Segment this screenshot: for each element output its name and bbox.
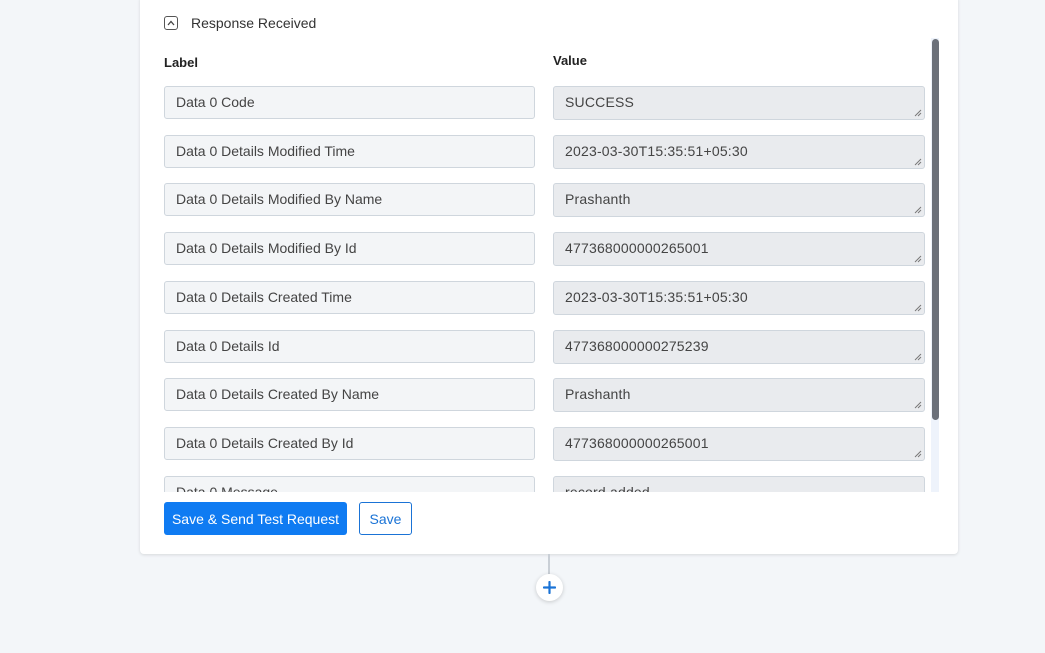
response-card: Response Received Label Value Data 0 Cod…	[140, 0, 958, 554]
value-field[interactable]: 2023-03-30T15:35:51+05:30	[553, 135, 925, 169]
label-field[interactable]: Data 0 Details Created Time	[164, 281, 535, 314]
save-button[interactable]: Save	[359, 502, 412, 535]
value-text: record added	[565, 484, 650, 492]
section-title: Response Received	[191, 15, 317, 31]
field-row: Data 0 Details Id 477368000000275239	[164, 330, 925, 364]
value-field[interactable]: Prashanth	[553, 183, 925, 217]
value-field[interactable]: 477368000000265001	[553, 232, 925, 266]
scrollbar-thumb[interactable]	[932, 39, 939, 420]
flow-connector-line	[548, 554, 550, 574]
field-row: Data 0 Details Created Time 2023-03-30T1…	[164, 281, 925, 315]
value-text: 2023-03-30T15:35:51+05:30	[565, 143, 748, 159]
resize-grip-icon[interactable]	[914, 353, 922, 361]
field-row: Data 0 Details Modified By Id 4773680000…	[164, 232, 925, 266]
value-text: 477368000000265001	[565, 240, 709, 256]
label-field[interactable]: Data 0 Details Modified By Name	[164, 183, 535, 216]
label-field[interactable]: Data 0 Code	[164, 86, 535, 119]
add-step-button[interactable]	[536, 574, 563, 601]
value-field[interactable]: Prashanth	[553, 378, 925, 412]
label-field[interactable]: Data 0 Details Modified By Id	[164, 232, 535, 265]
resize-grip-icon[interactable]	[914, 304, 922, 312]
value-field[interactable]: SUCCESS	[553, 86, 925, 120]
resize-grip-icon[interactable]	[914, 401, 922, 409]
label-field[interactable]: Data 0 Details Created By Name	[164, 378, 535, 411]
field-row: Data 0 Details Modified By Name Prashant…	[164, 183, 925, 217]
value-text: SUCCESS	[565, 94, 635, 110]
value-text: Prashanth	[565, 386, 631, 402]
field-row: Data 0 Details Created By Id 47736800000…	[164, 427, 925, 461]
save-and-send-test-request-button[interactable]: Save & Send Test Request	[164, 502, 347, 535]
response-section-toggle[interactable]: Response Received	[164, 15, 316, 31]
field-row: Data 0 Message record added	[164, 476, 925, 492]
response-fields-list[interactable]: Data 0 Code SUCCESS Data 0 Details Modif…	[164, 75, 939, 492]
value-field[interactable]: 477368000000265001	[553, 427, 925, 461]
resize-grip-icon[interactable]	[914, 450, 922, 458]
value-column-header: Value	[553, 53, 587, 68]
value-text: 477368000000265001	[565, 435, 709, 451]
value-field[interactable]: 477368000000275239	[553, 330, 925, 364]
label-field[interactable]: Data 0 Details Modified Time	[164, 135, 535, 168]
plus-icon	[543, 581, 556, 594]
field-row: Data 0 Code SUCCESS	[164, 86, 925, 120]
value-text: Prashanth	[565, 191, 631, 207]
chevron-up-icon[interactable]	[164, 16, 178, 30]
value-field[interactable]: record added	[553, 476, 925, 492]
label-field[interactable]: Data 0 Message	[164, 476, 535, 492]
resize-grip-icon[interactable]	[914, 109, 922, 117]
resize-grip-icon[interactable]	[914, 255, 922, 263]
resize-grip-icon[interactable]	[914, 206, 922, 214]
label-field[interactable]: Data 0 Details Id	[164, 330, 535, 363]
label-column-header: Label	[164, 55, 198, 70]
value-text: 477368000000275239	[565, 338, 709, 354]
value-field[interactable]: 2023-03-30T15:35:51+05:30	[553, 281, 925, 315]
resize-grip-icon[interactable]	[914, 158, 922, 166]
label-field[interactable]: Data 0 Details Created By Id	[164, 427, 535, 460]
field-row: Data 0 Details Modified Time 2023-03-30T…	[164, 135, 925, 169]
field-row: Data 0 Details Created By Name Prashanth	[164, 378, 925, 412]
value-text: 2023-03-30T15:35:51+05:30	[565, 289, 748, 305]
